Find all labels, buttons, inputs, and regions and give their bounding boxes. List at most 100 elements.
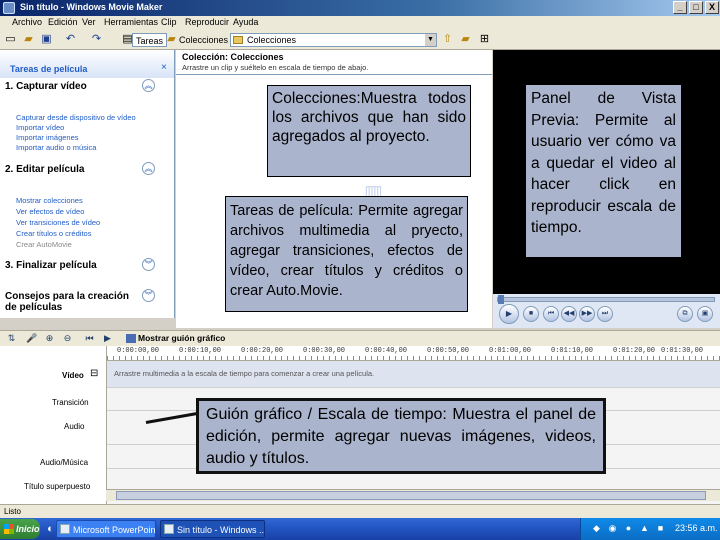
maximize-button[interactable]: □ xyxy=(689,1,703,14)
snapshot-icon[interactable]: ▣ xyxy=(697,306,713,322)
taskpane-close-icon[interactable]: × xyxy=(161,62,167,73)
ruler-tick-label: 0:00:10,00 xyxy=(179,347,222,355)
update-icon[interactable]: ▲ xyxy=(639,523,650,534)
save-project-icon[interactable]: ▣ xyxy=(40,33,53,46)
show-storyboard-button[interactable]: Mostrar guión gráfico xyxy=(138,333,225,343)
status-bar: Listo xyxy=(0,504,720,518)
security-icon[interactable]: ■ xyxy=(655,523,666,534)
expand-icon[interactable]: ⊟ xyxy=(90,368,98,379)
play-icon[interactable]: ▶ xyxy=(499,304,519,324)
rewind-icon[interactable]: ◀◀ xyxy=(561,306,577,322)
video-track-hint: Arrastre multimedia a la escala de tiemp… xyxy=(114,369,375,378)
views-icon[interactable]: ⊞ xyxy=(478,33,491,46)
link-show-collections[interactable]: Mostrar colecciones xyxy=(16,196,83,205)
volume-icon[interactable]: ◉ xyxy=(607,523,618,534)
scrollbar-thumb[interactable] xyxy=(116,491,706,500)
annotation-storyboard: Guión gráfico / Escala de tiempo: Muestr… xyxy=(196,398,606,474)
seek-thumb[interactable] xyxy=(498,295,504,304)
taskbar: Inicio ◐ Microsoft PowerPoint - [... Sin… xyxy=(0,518,720,540)
annotation-collections: Colecciones:Muestra todos los archivos q… xyxy=(267,85,471,177)
forward-icon[interactable]: ▶▶ xyxy=(579,306,595,322)
link-import-audio[interactable]: Importar audio o música xyxy=(16,143,96,152)
section-finish-movie[interactable]: 3. Finalizar película xyxy=(5,260,140,271)
menu-herramientas[interactable]: Herramientas xyxy=(104,17,158,27)
link-create-automovie[interactable]: Crear AutoMovie xyxy=(16,240,72,249)
menu-ver[interactable]: Ver xyxy=(82,17,96,27)
redo-icon[interactable]: ↷ xyxy=(90,33,103,46)
menu-ayuda[interactable]: Ayuda xyxy=(233,17,258,27)
chevron-up-icon[interactable]: ︽ xyxy=(142,162,155,175)
time-ruler[interactable]: 0:00:00,00 0:00:10,00 0:00:20,00 0:00:30… xyxy=(107,346,720,361)
section-edit-movie[interactable]: 2. Editar película xyxy=(5,164,140,175)
ruler-tick-label: 0:00:20,00 xyxy=(241,347,284,355)
undo-icon[interactable]: ↶ xyxy=(64,33,77,46)
menu-edicion[interactable]: Edición xyxy=(48,17,78,27)
section-capture-video[interactable]: 1. Capturar vídeo xyxy=(5,81,140,92)
rewind-timeline-icon[interactable]: ⏮ xyxy=(84,333,95,344)
link-video-transitions[interactable]: Ver transiciones de vídeo xyxy=(16,218,100,227)
video-track[interactable]: Arrastre multimedia a la escala de tiemp… xyxy=(107,361,720,387)
section-movie-tips[interactable]: Consejos para la creación de películas xyxy=(5,291,140,313)
tasks-button[interactable]: Tareas xyxy=(132,33,168,47)
play-timeline-icon[interactable]: ▶ xyxy=(102,333,113,344)
previous-frame-icon[interactable]: ⏮ xyxy=(543,306,559,322)
taskbar-moviemaker[interactable]: Sin título - Windows ... xyxy=(160,520,265,538)
antivirus-icon[interactable]: ● xyxy=(623,523,634,534)
up-folder-icon[interactable]: ⇧ xyxy=(441,33,454,46)
folder-icon xyxy=(233,36,243,44)
timeline-scrollbar[interactable] xyxy=(106,489,720,501)
link-import-images[interactable]: Importar imágenes xyxy=(16,133,79,142)
timeline-toolbar: ⇅ 🎤 ⊕ ⊖ ⏮ ▶ Mostrar guión gráfico xyxy=(0,330,720,346)
link-capture-device[interactable]: Capturar desde dispositivo de vídeo xyxy=(16,113,136,122)
ruler-tick-label: 0:00:00,00 xyxy=(117,347,160,355)
new-collection-icon[interactable]: ▰ xyxy=(459,33,472,46)
chevron-down-icon[interactable]: ︾ xyxy=(142,289,155,302)
set-audio-levels-icon[interactable]: ⇅ xyxy=(6,333,17,344)
taskpane-title: Tareas de película xyxy=(10,64,88,74)
split-clip-icon[interactable]: ⧉ xyxy=(677,306,693,322)
annotation-preview: Panel de Vista Previa: Permite al usuari… xyxy=(525,84,682,258)
movie-tasks-pane: Tareas de película × 1. Capturar vídeo ︽… xyxy=(0,50,175,318)
track-audio-label: Audio xyxy=(64,422,85,431)
menu-reproducir[interactable]: Reproducir xyxy=(185,17,229,27)
collections-button[interactable]: Colecciones xyxy=(176,33,231,47)
start-label: Inicio xyxy=(16,524,40,534)
storyboard-icon xyxy=(126,334,136,343)
chevron-up-icon[interactable]: ︽ xyxy=(142,79,155,92)
link-import-video[interactable]: Importar vídeo xyxy=(16,123,64,132)
minimize-button[interactable]: _ xyxy=(673,1,687,14)
stop-icon[interactable]: ■ xyxy=(523,306,539,322)
start-button[interactable]: Inicio xyxy=(0,519,40,539)
collection-title: Colección: Colecciones xyxy=(182,52,284,62)
close-button[interactable]: X xyxy=(705,1,719,14)
ruler-tick-label: 0:00:50,00 xyxy=(427,347,470,355)
zoom-out-icon[interactable]: ⊖ xyxy=(62,333,73,344)
link-video-effects[interactable]: Ver efectos de vídeo xyxy=(16,207,84,216)
zoom-in-icon[interactable]: ⊕ xyxy=(44,333,55,344)
network-icon[interactable]: ◆ xyxy=(591,523,602,534)
menu-archivo[interactable]: Archivo xyxy=(12,17,42,27)
chevron-down-icon[interactable]: ︾ xyxy=(142,258,155,271)
taskpane-header: Tareas de película × xyxy=(0,50,174,78)
moviemaker-icon xyxy=(164,524,174,534)
menu-bar: Archivo Edición Ver Herramientas Clip Re… xyxy=(0,16,720,30)
ruler-tick-label: 0:01:10,00 xyxy=(551,347,594,355)
new-project-icon[interactable]: ▭ xyxy=(4,33,17,46)
ruler-tick-label: 0:00:40,00 xyxy=(365,347,408,355)
taskbar-powerpoint[interactable]: Microsoft PowerPoint - [... xyxy=(56,520,156,538)
collections-dropdown[interactable]: Colecciones ▼ xyxy=(230,33,437,47)
track-labels: Vídeo ⊟ Transición Audio Audio/Música Tí… xyxy=(0,346,106,504)
chevron-down-icon[interactable]: ▼ xyxy=(425,34,436,46)
narrate-icon[interactable]: 🎤 xyxy=(26,333,37,344)
seek-bar[interactable] xyxy=(497,295,715,304)
next-frame-icon[interactable]: ⏭ xyxy=(597,306,613,322)
ruler-tick-label: 0:01:30,00 xyxy=(661,347,704,355)
collections-dropdown-value: Colecciones xyxy=(247,35,297,45)
status-text: Listo xyxy=(4,507,21,516)
ruler-tick-label: 0:00:30,00 xyxy=(303,347,346,355)
clock: 23:56 a.m. xyxy=(675,523,718,533)
collection-hint: Arrastre un clip y suéltelo en escala de… xyxy=(182,63,369,72)
menu-clip[interactable]: Clip xyxy=(161,17,177,27)
open-project-icon[interactable]: ▰ xyxy=(22,33,35,46)
link-titles-credits[interactable]: Crear títulos o créditos xyxy=(16,229,91,238)
